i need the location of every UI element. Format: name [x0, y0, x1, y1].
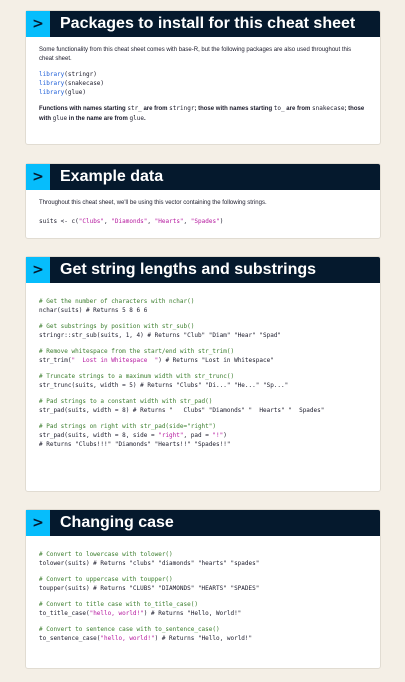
example-code: suits <- c("Clubs", "Diamonds", "Hearts"…	[39, 218, 224, 225]
code-comment: # Convert to title case with to_title_ca…	[39, 601, 198, 608]
case-title: Changing case	[60, 514, 174, 531]
packages-header: > Packages to install for this cheat she…	[26, 11, 380, 37]
example-header: > Example data	[26, 164, 380, 190]
code-line: str_trim(" Lost in Whitespace ") # Retur…	[39, 357, 274, 364]
packages-title: Packages to install for this cheat sheet	[60, 15, 356, 32]
chevron-right-icon: >	[26, 257, 50, 283]
cheat-sheet-page: > Packages to install for this cheat she…	[0, 0, 405, 682]
code-comment: # Truncate strings to a maximum width wi…	[39, 373, 235, 380]
code-line: stringr::str_sub(suits, 1, 4) # Returns …	[39, 332, 282, 339]
code-line: str_trunc(suits, width = 5) # Returns "C…	[39, 382, 289, 389]
code-comment: # Convert to sentence case with to_sente…	[39, 626, 220, 633]
packages-note: Functions with names starting str_ are f…	[39, 105, 365, 122]
code-line: str_pad(suits, width = 8) # Returns " Cl…	[39, 407, 325, 414]
code-line: str_pad(suits, width = 8, side = "right"…	[39, 432, 227, 439]
code-comment: # Pad strings to a constant width with s…	[39, 398, 213, 405]
code-line: to_sentence_case("hello, world!") # Retu…	[39, 635, 253, 642]
code-line: nchar(suits) # Returns 5 8 6 6	[39, 307, 148, 314]
example-card: > Example data Throughout this cheat she…	[25, 163, 381, 239]
code-comment: # Get the number of characters with ncha…	[39, 298, 195, 305]
lengths-header: > Get string lengths and substrings	[26, 257, 380, 283]
code-line: # Returns "Clubs!!!" "Diamonds" "Hearts!…	[39, 441, 231, 448]
packages-card: > Packages to install for this cheat she…	[25, 10, 381, 145]
case-card: > Changing case # Convert to lowercase w…	[25, 509, 381, 669]
library-line: library(glue)	[39, 89, 86, 96]
code-comment: # Convert to uppercase with toupper()	[39, 576, 173, 583]
packages-intro: Some functionality from this cheat sheet…	[39, 47, 352, 62]
code-comment: # Pad strings on right with str_pad(side…	[39, 423, 217, 430]
lengths-card: > Get string lengths and substrings # Ge…	[25, 256, 381, 492]
chevron-right-icon: >	[26, 11, 50, 37]
chevron-right-icon: >	[26, 164, 50, 190]
lengths-title: Get string lengths and substrings	[60, 261, 317, 278]
library-line: library(snakecase)	[39, 80, 105, 87]
code-comment: # Get substrings by position with str_su…	[39, 323, 195, 330]
library-line: library(stringr)	[39, 71, 97, 78]
code-comment: # Convert to lowercase with tolower()	[39, 551, 173, 558]
chevron-right-icon: >	[26, 510, 50, 536]
example-intro: Throughout this cheat sheet, we'll be us…	[39, 200, 267, 206]
code-line: toupper(suits) # Returns "CLUBS" "DIAMON…	[39, 585, 260, 592]
code-line: to_title_case("hello, world!") # Returns…	[39, 610, 242, 617]
case-header: > Changing case	[26, 510, 380, 536]
example-title: Example data	[60, 168, 164, 185]
code-comment: # Remove whitespace from the start/end w…	[39, 348, 235, 355]
code-line: tolower(suits) # Returns "clubs" "diamon…	[39, 560, 260, 567]
